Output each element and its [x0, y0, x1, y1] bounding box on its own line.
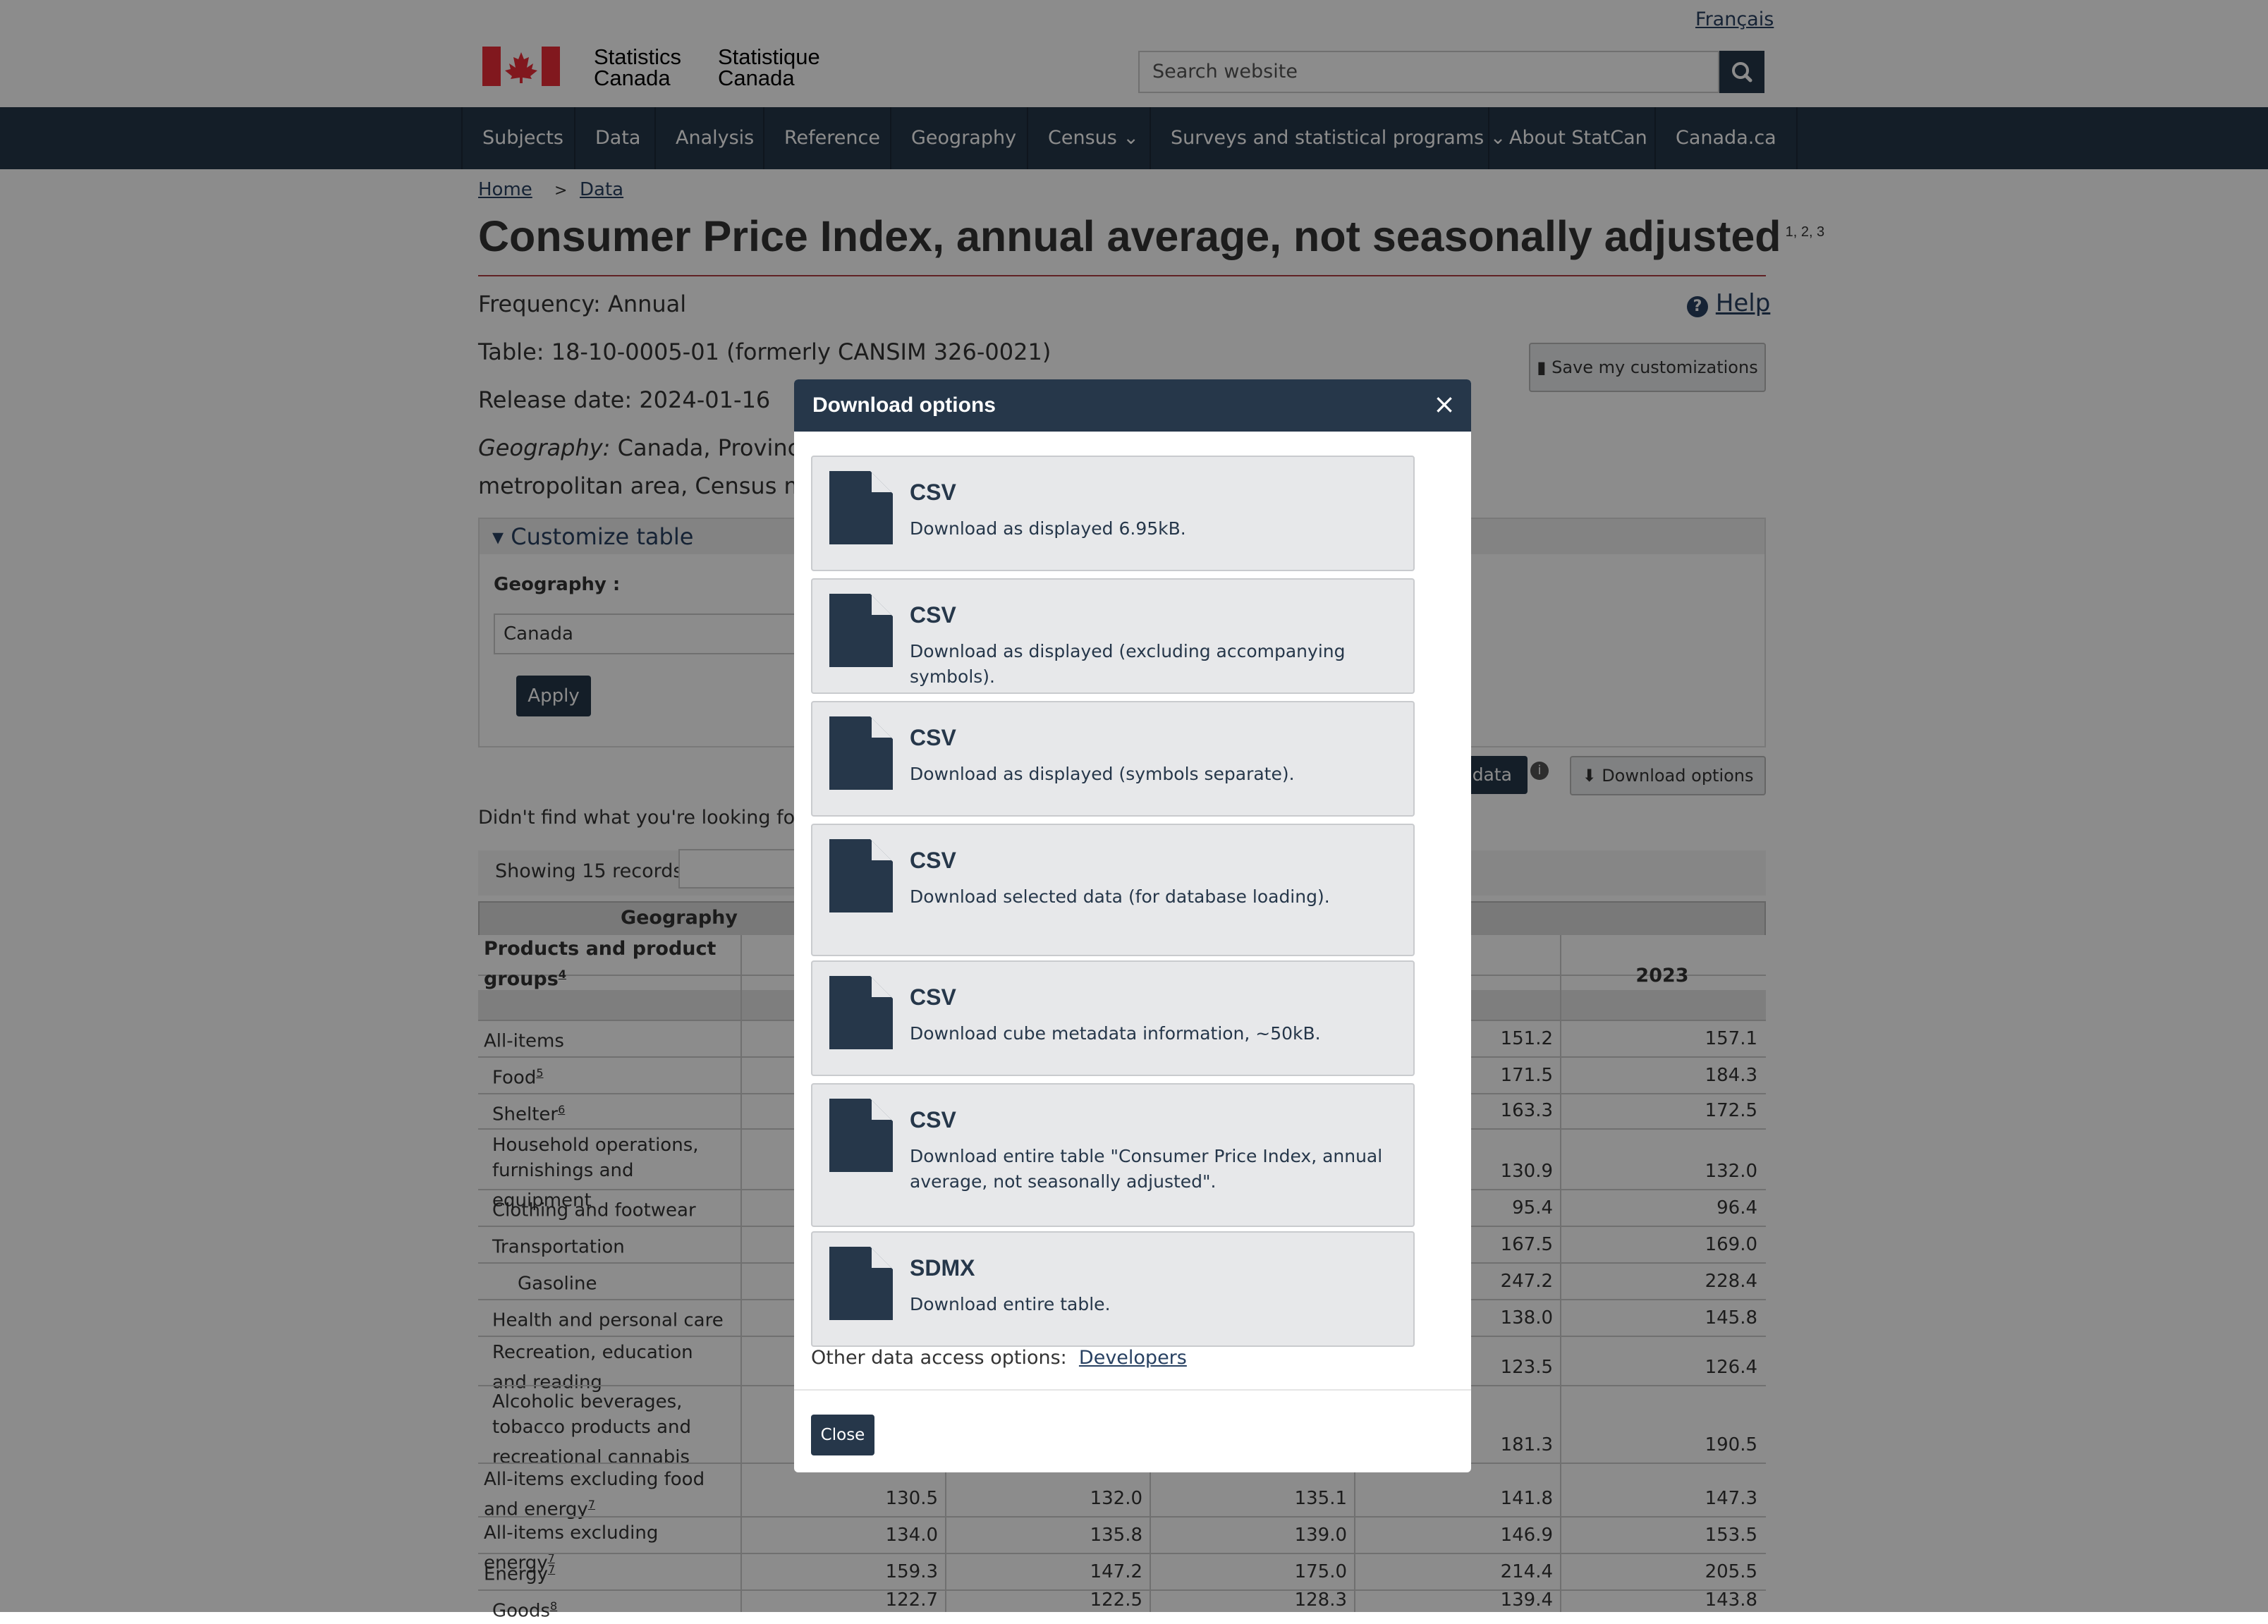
file-icon — [829, 471, 893, 544]
option-format: CSV — [910, 725, 956, 750]
option-description: Download as displayed (excluding accompa… — [910, 641, 1346, 687]
option-description: Download cube metadata information, ~50k… — [910, 1023, 1321, 1044]
file-icon — [829, 839, 893, 912]
download-option-2[interactable]: CSV Download as displayed (excluding acco… — [811, 578, 1415, 694]
modal-title: Download options — [812, 393, 996, 417]
option-format: CSV — [910, 848, 956, 873]
download-option-5[interactable]: CSV Download cube metadata information, ~… — [811, 960, 1415, 1076]
file-icon — [829, 594, 893, 667]
modal-header: Download options — [794, 379, 1471, 432]
option-format: CSV — [910, 984, 956, 1010]
download-options-modal: Download options × CSV Download as displa… — [794, 379, 1471, 1472]
file-icon — [829, 976, 893, 1049]
download-option-1[interactable]: CSV Download as displayed 6.95kB. — [811, 456, 1415, 571]
option-description: Download as displayed 6.95kB. — [910, 518, 1186, 539]
file-icon — [829, 1099, 893, 1172]
modal-close-icon[interactable]: × — [1433, 379, 1456, 429]
close-button[interactable]: Close — [811, 1415, 874, 1455]
option-description: Download as displayed (symbols separate)… — [910, 764, 1295, 784]
modal-footer-rule — [794, 1389, 1471, 1391]
option-format: CSV — [910, 480, 956, 505]
option-format: CSV — [910, 1107, 956, 1132]
download-option-3[interactable]: CSV Download as displayed (symbols separa… — [811, 701, 1415, 817]
option-description: Download entire table. — [910, 1294, 1111, 1314]
download-option-6[interactable]: CSV Download entire table "Consumer Price… — [811, 1083, 1415, 1227]
other-access-text: Other data access options: Developers — [811, 1347, 1187, 1369]
download-option-7[interactable]: SDMX Download entire table. — [811, 1231, 1415, 1347]
option-format: SDMX — [910, 1255, 975, 1281]
developers-link[interactable]: Developers — [1079, 1347, 1187, 1369]
download-option-4[interactable]: CSV Download selected data (for database … — [811, 824, 1415, 956]
file-icon — [829, 716, 893, 790]
file-icon — [829, 1247, 893, 1320]
option-format: CSV — [910, 602, 956, 628]
option-description: Download selected data (for database loa… — [910, 886, 1330, 907]
option-description: Download entire table "Consumer Price In… — [910, 1146, 1383, 1192]
